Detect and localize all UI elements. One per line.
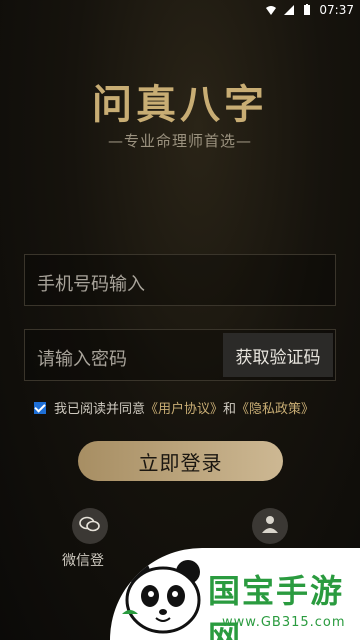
status-time: 07:37 — [319, 3, 354, 17]
signal-icon — [283, 4, 295, 16]
wechat-icon — [79, 515, 101, 537]
phone-placeholder: 手机号码输入 — [37, 274, 145, 295]
watermark: 国宝手游网 www.GB315.com — [110, 548, 360, 640]
agreement-prefix: 我已阅读并同意 — [54, 402, 146, 417]
app-subtitle: —专业命理师首选— — [107, 132, 252, 150]
panda-logo-icon — [120, 554, 206, 636]
login-screen: 07:37 问真八字 —专业命理师首选— 手机号码输入 请输入密码 获取验证码 … — [0, 0, 360, 640]
agreement-row: 我已阅读并同意《用户协议》和《隐私政策》 — [34, 398, 314, 417]
user-agreement-link[interactable]: 《用户协议》 — [145, 402, 223, 417]
wifi-icon — [265, 4, 277, 16]
watermark-url: www.GB315.com — [222, 615, 346, 630]
status-bar: 07:37 — [0, 0, 360, 20]
password-placeholder: 请输入密码 — [37, 349, 127, 370]
get-code-button[interactable]: 获取验证码 — [223, 333, 333, 377]
wechat-login-label: 微信登 — [62, 553, 104, 569]
wechat-login-button[interactable] — [72, 508, 108, 544]
privacy-policy-link[interactable]: 《隐私政策》 — [236, 402, 314, 417]
app-title: 问真八字 — [92, 81, 268, 128]
login-button[interactable]: 立即登录 — [78, 441, 283, 481]
battery-icon — [301, 4, 313, 16]
user-icon — [260, 514, 280, 538]
agreement-checkbox[interactable] — [34, 401, 46, 414]
phone-field[interactable]: 手机号码输入 — [24, 254, 336, 306]
password-field[interactable]: 请输入密码 获取验证码 — [24, 329, 336, 381]
agreement-and: 和 — [223, 402, 237, 417]
account-login-button[interactable] — [252, 508, 288, 544]
